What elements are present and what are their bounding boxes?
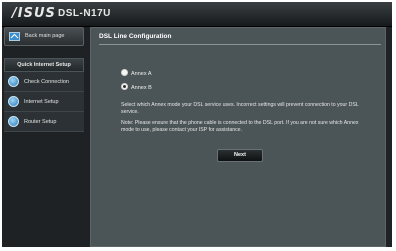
sidebar-item-check-connection[interactable]: Check Connection — [4, 72, 84, 92]
back-main-page-button[interactable]: Back main page — [4, 27, 84, 46]
router-setup-icon — [8, 116, 19, 127]
model-name: DSL-N17U — [58, 8, 111, 19]
quick-internet-setup-header: Quick Internet Setup — [4, 58, 84, 72]
sidebar-item-router-setup[interactable]: Router Setup — [4, 112, 84, 132]
page-title: DSL Line Configuration — [99, 33, 172, 40]
annex-description: Select which Annex mode your DSL service… — [121, 102, 359, 115]
internet-setup-icon — [8, 96, 19, 107]
annex-a-option[interactable]: Annex A — [121, 69, 152, 77]
asus-logo: /ISUS — [12, 6, 56, 21]
back-main-page-label: Back main page — [25, 33, 65, 39]
sidebar-item-label: Router Setup — [24, 119, 57, 125]
annex-b-option[interactable]: Annex B — [121, 83, 152, 91]
top-bar: /ISUS DSL-N17U — [2, 2, 392, 27]
annex-a-label: Annex A — [131, 70, 152, 77]
sidebar-item-label: Check Connection — [24, 79, 69, 85]
next-button[interactable]: Next — [217, 149, 263, 162]
annex-a-radio[interactable] — [121, 69, 128, 76]
main-content-panel: DSL Line Configuration Annex A Annex B S… — [90, 27, 386, 247]
home-icon — [9, 32, 20, 41]
cable-note: Note: Please ensure that the phone cable… — [121, 120, 359, 133]
check-connection-icon — [8, 76, 19, 87]
title-divider — [99, 44, 381, 45]
sidebar: Back main page Quick Internet Setup Chec… — [4, 27, 84, 241]
sidebar-item-label: Internet Setup — [24, 99, 59, 105]
annex-b-label: Annex B — [131, 84, 152, 91]
annex-b-radio[interactable] — [121, 83, 128, 90]
sidebar-item-internet-setup[interactable]: Internet Setup — [4, 92, 84, 112]
